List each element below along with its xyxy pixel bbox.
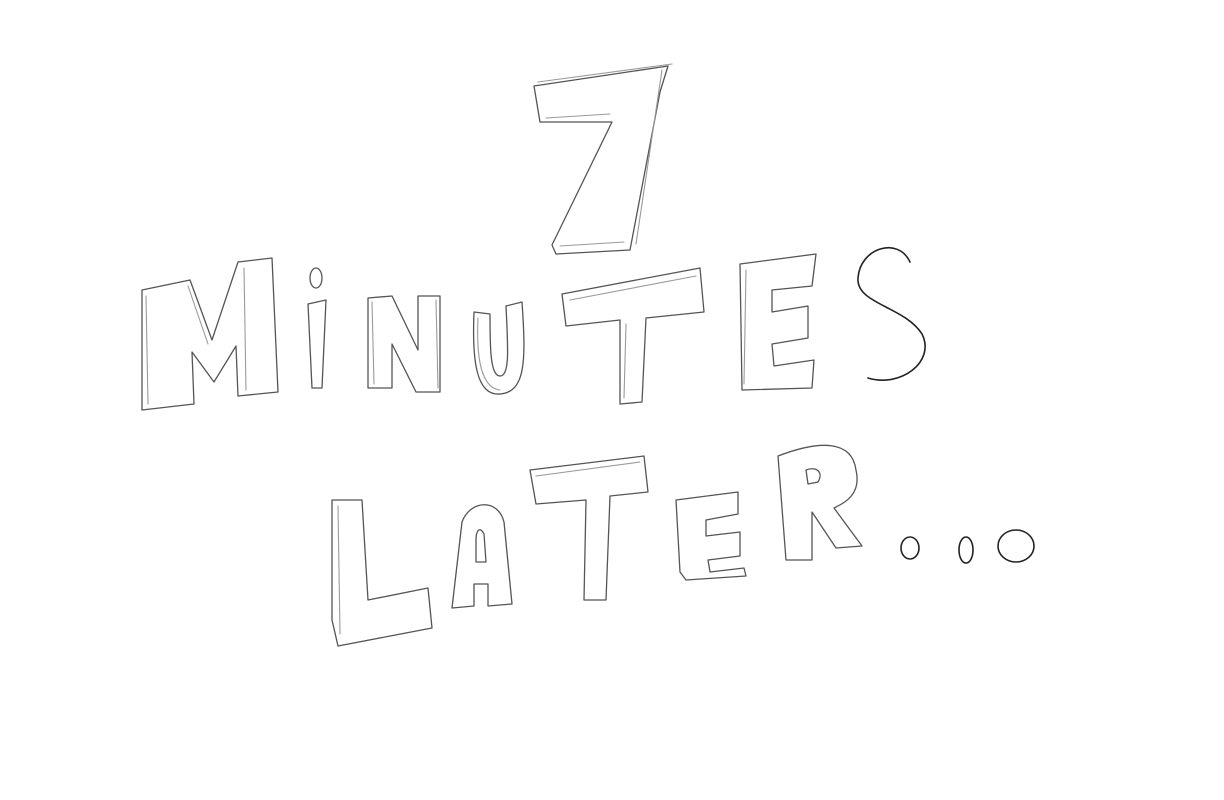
handwritten-sketch (141, 63, 1035, 647)
sketch-letter-i (307, 267, 327, 389)
sketch-number-7 (533, 63, 673, 255)
sketch-letter-u (472, 301, 525, 395)
sketch-canvas: 7 MINUTES LATER ... (0, 0, 1224, 800)
sketch-letter-r (777, 444, 863, 561)
sketch-letter-s (857, 246, 926, 381)
sketch-letter-e2 (675, 491, 747, 581)
sketch-letter-n (367, 295, 441, 393)
sketch-letter-a (451, 504, 513, 609)
sketch-letter-l (331, 499, 433, 647)
sketch-letter-m (141, 257, 279, 411)
sketch-letter-t (561, 267, 705, 405)
sketch-ellipsis (900, 529, 1035, 564)
sketch-letter-e (739, 253, 817, 391)
sketch-letter-t2 (529, 455, 649, 601)
